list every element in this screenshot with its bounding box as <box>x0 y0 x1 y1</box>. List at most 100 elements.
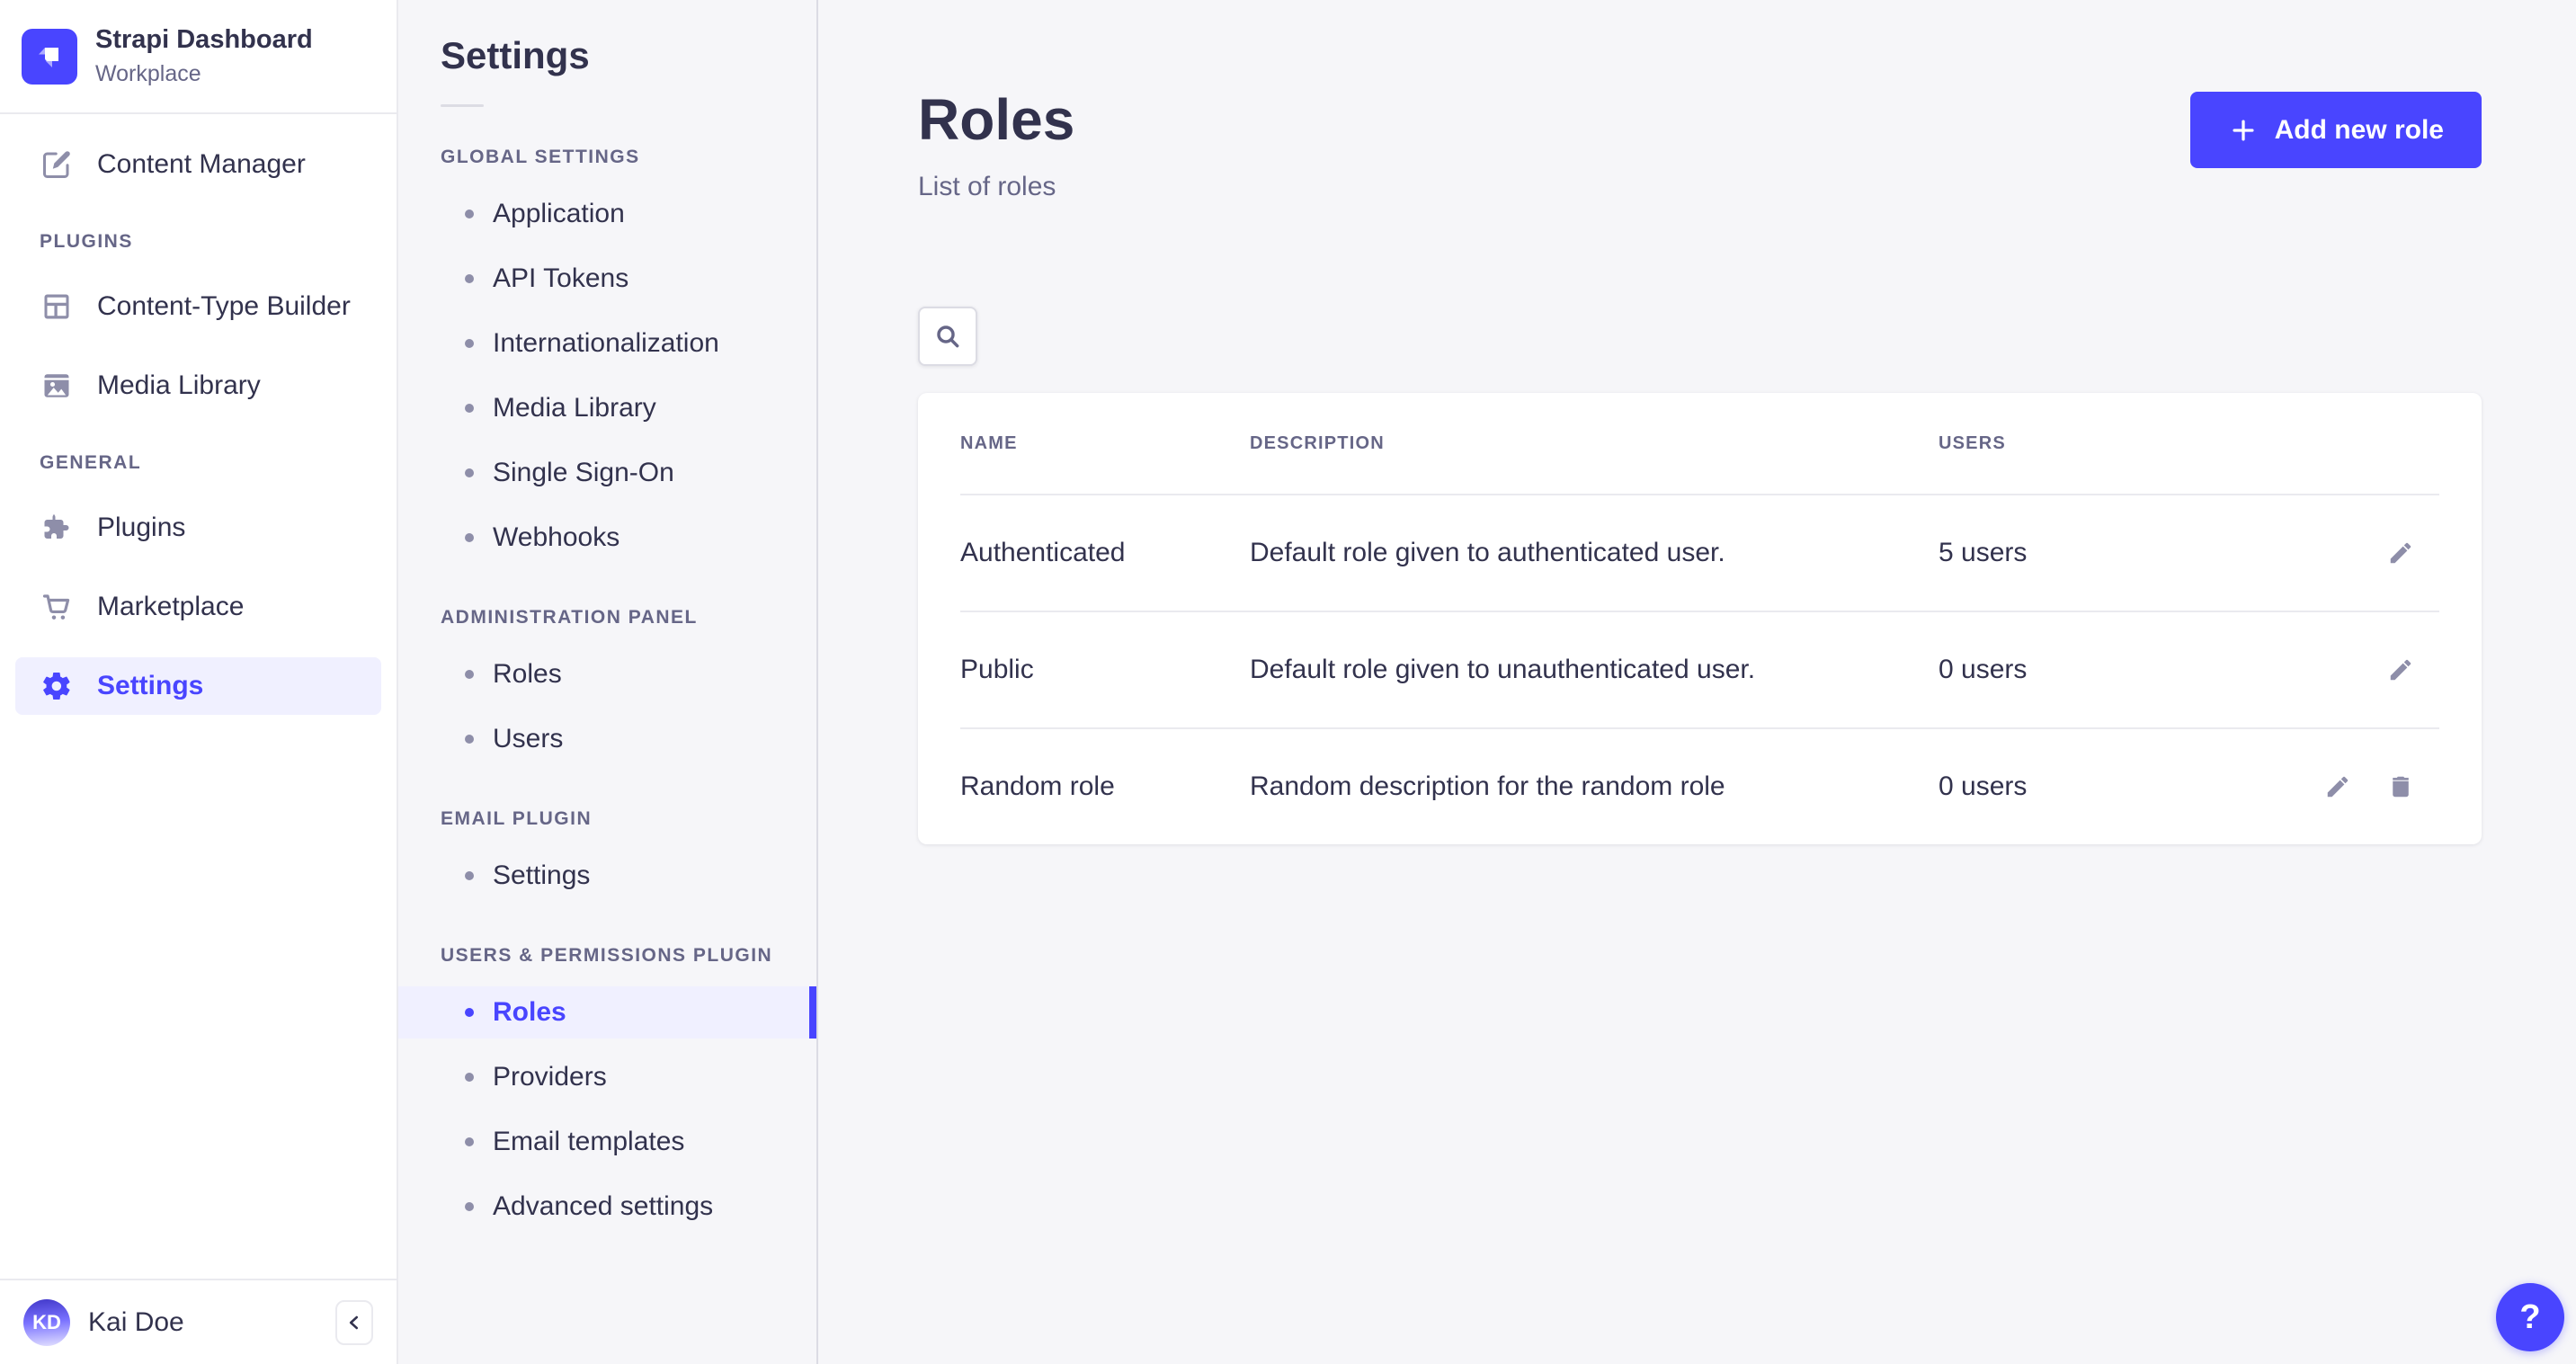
add-new-role-label: Add new role <box>2275 115 2444 146</box>
puzzle-icon <box>40 511 74 545</box>
sidebar-item-content-type-builder[interactable]: Content-Type Builder <box>15 278 381 335</box>
subnav-section-users-permissions-plugin: USERS & PERMISSIONS PLUGIN <box>441 945 816 967</box>
cell-role-description: Default role given to authenticated user… <box>1250 538 1939 568</box>
plus-icon <box>2228 115 2259 146</box>
edit-role-button[interactable] <box>2322 771 2353 802</box>
search-button[interactable] <box>918 307 977 366</box>
table-row-authenticated[interactable]: Authenticated Default role given to auth… <box>960 494 2439 611</box>
row-actions <box>2222 771 2439 802</box>
cell-role-users: 5 users <box>1939 538 2222 568</box>
subnav-item-email-settings[interactable]: Settings <box>398 850 816 902</box>
bullet-icon <box>465 533 474 542</box>
sidebar-item-marketplace[interactable]: Marketplace <box>15 578 381 636</box>
subnav-item-api-tokens[interactable]: API Tokens <box>398 253 816 305</box>
edit-role-button[interactable] <box>2385 655 2416 685</box>
subnav-item-label: Providers <box>493 1062 607 1092</box>
subnav-item-label: Application <box>493 199 625 229</box>
subnav-item-label: Users <box>493 724 563 754</box>
workspace-switcher[interactable]: Strapi Dashboard Workplace <box>0 0 397 114</box>
pencil-icon <box>2387 656 2414 683</box>
brand-subtitle: Workplace <box>95 61 313 87</box>
subnav-item-up-roles[interactable]: Roles <box>398 986 816 1039</box>
cell-role-name: Random role <box>960 771 1250 802</box>
subnav-item-admin-users[interactable]: Users <box>398 713 816 765</box>
cell-role-users: 0 users <box>1939 771 2222 802</box>
subnav-item-advanced-settings[interactable]: Advanced settings <box>398 1181 816 1233</box>
column-header-users: USERS <box>1939 433 2222 454</box>
brand-title: Strapi Dashboard <box>95 25 313 55</box>
subnav-item-application[interactable]: Application <box>398 188 816 240</box>
subnav-section-administration-panel: ADMINISTRATION PANEL <box>441 607 816 629</box>
table-row-random-role[interactable]: Random role Random description for the r… <box>960 727 2439 844</box>
bullet-icon <box>465 871 474 880</box>
sidebar-item-settings[interactable]: Settings <box>15 657 381 715</box>
subnav-item-admin-roles[interactable]: Roles <box>398 648 816 700</box>
main-nav: Content Manager PLUGINS Content-Type Bui… <box>0 114 397 1279</box>
chevron-left-icon <box>343 1311 366 1334</box>
edit-role-button[interactable] <box>2385 538 2416 568</box>
subnav-item-label: Email templates <box>493 1127 684 1157</box>
gear-icon <box>40 669 74 703</box>
help-label: ? <box>2519 1298 2540 1336</box>
column-header-name: NAME <box>960 433 1250 454</box>
subnav-section-global-settings: GLOBAL SETTINGS <box>441 147 816 168</box>
subnav-item-label: Media Library <box>493 393 656 423</box>
cell-role-users: 0 users <box>1939 655 2222 685</box>
column-header-description: DESCRIPTION <box>1250 433 1939 454</box>
sidebar-item-label: Content Manager <box>97 149 306 180</box>
avatar[interactable]: KD <box>23 1299 70 1346</box>
roles-table: NAME DESCRIPTION USERS Authenticated Def… <box>918 393 2482 844</box>
subnav-item-providers[interactable]: Providers <box>398 1051 816 1103</box>
bullet-icon <box>465 468 474 477</box>
bullet-icon <box>465 735 474 744</box>
bullet-icon <box>465 404 474 413</box>
subnav-item-label: Advanced settings <box>493 1191 713 1222</box>
bullet-icon <box>465 670 474 679</box>
strapi-logo-glyph <box>31 39 67 75</box>
sidebar-item-media-library[interactable]: Media Library <box>15 357 381 415</box>
sidebar-item-label: Plugins <box>97 513 185 543</box>
row-actions <box>2222 655 2439 685</box>
subnav-item-media-library[interactable]: Media Library <box>398 382 816 434</box>
bullet-icon <box>465 1008 474 1017</box>
subnav-item-label: Roles <box>493 997 566 1028</box>
subnav-item-webhooks[interactable]: Webhooks <box>398 512 816 564</box>
delete-role-button[interactable] <box>2385 771 2416 802</box>
table-header-row: NAME DESCRIPTION USERS <box>960 393 2439 494</box>
collapse-sidebar-button[interactable] <box>335 1300 373 1345</box>
sidebar-item-plugins[interactable]: Plugins <box>15 499 381 557</box>
bullet-icon <box>465 1073 474 1082</box>
cell-role-description: Default role given to unauthenticated us… <box>1250 655 1939 685</box>
content-header: Roles List of roles Add new role <box>918 90 2482 202</box>
avatar-initials: KD <box>32 1311 61 1334</box>
subnav-item-label: Settings <box>493 860 590 891</box>
help-button[interactable]: ? <box>2496 1283 2564 1351</box>
pencil-icon <box>2324 773 2351 800</box>
subnav-item-label: Webhooks <box>493 522 619 553</box>
main-content: Roles List of roles Add new role <box>818 0 2576 1364</box>
table-row-public[interactable]: Public Default role given to unauthentic… <box>960 611 2439 727</box>
add-new-role-button[interactable]: Add new role <box>2190 92 2482 168</box>
user-area: KD Kai Doe <box>0 1279 397 1364</box>
subnav-item-label: Single Sign-On <box>493 458 674 488</box>
bullet-icon <box>465 339 474 348</box>
page-title: Roles <box>918 90 1074 150</box>
strapi-logo <box>22 29 77 85</box>
sidebar-item-content-manager[interactable]: Content Manager <box>15 136 381 193</box>
nav-section-general: GENERAL <box>40 452 397 474</box>
subnav-item-label: Internationalization <box>493 328 719 359</box>
sidebar-item-label: Content-Type Builder <box>97 291 351 322</box>
subnav-item-email-templates[interactable]: Email templates <box>398 1116 816 1168</box>
subnav-divider <box>441 104 484 107</box>
subnav-item-internationalization[interactable]: Internationalization <box>398 317 816 370</box>
page-subtitle: List of roles <box>918 172 1074 202</box>
bullet-icon <box>465 274 474 283</box>
cart-icon <box>40 590 74 624</box>
subnav-item-label: API Tokens <box>493 263 628 294</box>
cell-role-description: Random description for the random role <box>1250 771 1939 802</box>
user-name: Kai Doe <box>88 1307 317 1338</box>
main-sidebar: Strapi Dashboard Workplace Content Manag… <box>0 0 398 1364</box>
sidebar-item-label: Settings <box>97 671 203 701</box>
subnav-item-single-sign-on[interactable]: Single Sign-On <box>398 447 816 499</box>
row-actions <box>2222 538 2439 568</box>
